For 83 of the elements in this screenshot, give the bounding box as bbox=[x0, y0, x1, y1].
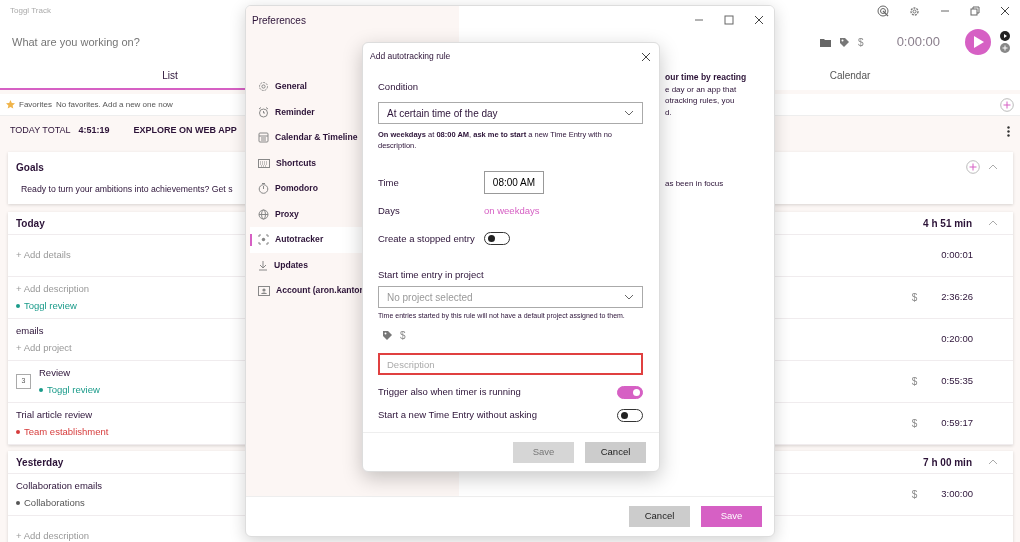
more-icon[interactable] bbox=[1007, 125, 1010, 137]
focus-icon bbox=[258, 234, 269, 246]
chevron-up-icon[interactable] bbox=[988, 164, 998, 170]
globe-icon bbox=[258, 208, 269, 220]
days-link[interactable]: on weekdays bbox=[484, 204, 540, 219]
cancel-button[interactable]: Cancel bbox=[629, 506, 690, 527]
field-label: Start time entry in project bbox=[378, 267, 485, 282]
entry-description: Review bbox=[39, 365, 72, 380]
option-label: Trigger also when timer is running bbox=[378, 385, 521, 399]
billable-sign[interactable]: $ bbox=[911, 487, 918, 502]
entry-description: Trial article review bbox=[16, 407, 94, 422]
entry-duration: 0:00:01 bbox=[941, 248, 973, 263]
tag-icon[interactable] bbox=[383, 331, 392, 340]
account-icon bbox=[258, 285, 270, 296]
day-total: 4 h 51 min bbox=[923, 216, 972, 231]
entry-duration: 0:55:35 bbox=[941, 374, 973, 389]
field-label: Condition bbox=[378, 80, 420, 94]
intro-text: e day or an app that bbox=[665, 83, 738, 95]
entry-description: emails bbox=[16, 323, 45, 338]
app-title: Toggl Track bbox=[10, 5, 51, 17]
favorites-label: Favorites bbox=[19, 98, 52, 111]
tag-icon[interactable] bbox=[840, 37, 850, 47]
close-icon[interactable] bbox=[1000, 6, 1010, 16]
chevron-up-icon[interactable] bbox=[988, 459, 998, 465]
entry-description: Collaboration emails bbox=[16, 478, 103, 493]
star-icon bbox=[6, 100, 15, 109]
close-icon[interactable] bbox=[641, 51, 651, 62]
field-label: Days bbox=[378, 204, 401, 219]
alarm-clock-icon bbox=[258, 106, 269, 118]
timer-duration: 0:00:00 bbox=[896, 33, 940, 52]
billable-sign[interactable]: $ bbox=[911, 290, 918, 305]
timer-icon bbox=[258, 183, 269, 195]
chevron-up-icon[interactable] bbox=[988, 220, 998, 226]
time-field[interactable]: 08:00 AM bbox=[484, 171, 544, 195]
intro-text: our time by reacting bbox=[665, 72, 747, 84]
close-icon[interactable] bbox=[754, 15, 764, 25]
favorites-empty-text: No favorites. Add a new one now bbox=[55, 98, 173, 111]
goals-title: Goals bbox=[16, 160, 44, 175]
keyboard-icon bbox=[258, 158, 270, 168]
cancel-button[interactable]: Cancel bbox=[585, 441, 646, 463]
entry-duration: 3:00:00 bbox=[941, 487, 973, 502]
dialog-title: Add autotracking rule bbox=[370, 50, 451, 63]
day-total: 7 h 00 min bbox=[923, 455, 972, 470]
settings-icon[interactable] bbox=[909, 5, 920, 17]
play-icon bbox=[972, 36, 984, 48]
entry-duration: 2:36:26 bbox=[941, 290, 973, 305]
project-label[interactable]: Team establishment bbox=[24, 425, 109, 440]
option-label: Start a new Time Entry without asking bbox=[378, 408, 537, 423]
entry-duration: 0:20:00 bbox=[941, 332, 973, 347]
restore-icon[interactable] bbox=[970, 6, 980, 16]
intro-text: d. bbox=[665, 106, 673, 118]
project-label[interactable]: Toggl review bbox=[24, 299, 77, 314]
folder-icon[interactable] bbox=[820, 37, 832, 47]
field-label: Time bbox=[378, 175, 400, 190]
play-button[interactable] bbox=[965, 29, 991, 55]
gear-icon bbox=[258, 81, 269, 93]
window-title: Preferences bbox=[252, 13, 306, 28]
caret-icon bbox=[624, 110, 634, 117]
billable-sign[interactable]: $ bbox=[400, 328, 406, 343]
billable-sign[interactable]: $ bbox=[858, 34, 864, 50]
option-text: as been in focus bbox=[665, 178, 725, 190]
billable-sign[interactable]: $ bbox=[911, 374, 918, 389]
day-title: Today bbox=[16, 216, 45, 231]
day-title: Yesterday bbox=[16, 455, 64, 470]
description-field[interactable]: Description bbox=[378, 353, 643, 375]
web-app-link[interactable]: EXPLORE ON WEB APP bbox=[133, 124, 237, 138]
play-circle-icon[interactable] bbox=[1000, 31, 1010, 41]
calendar-icon bbox=[258, 132, 269, 144]
project-label[interactable]: Toggl review bbox=[47, 383, 100, 398]
today-total-value: 4:51:19 bbox=[78, 124, 110, 138]
today-total-label: TODAY TOTAL bbox=[10, 124, 71, 138]
timer-description-field[interactable]: What are you working on? bbox=[10, 32, 230, 52]
download-icon bbox=[258, 259, 268, 271]
billable-sign[interactable]: $ bbox=[911, 416, 918, 431]
intro-text: otracking rules, you bbox=[665, 95, 736, 107]
goals-text: Ready to turn your ambitions into achievements? Get s bbox=[21, 184, 233, 194]
project-label[interactable]: Collaborations bbox=[24, 496, 85, 511]
entry-duration: 0:59:17 bbox=[941, 416, 973, 431]
caret-icon bbox=[624, 294, 634, 300]
toggle-switch[interactable] bbox=[617, 385, 643, 399]
maximize-icon[interactable] bbox=[724, 15, 734, 25]
condition-dropdown[interactable]: At certain time of the day bbox=[378, 102, 643, 125]
target-icon[interactable] bbox=[877, 5, 889, 17]
